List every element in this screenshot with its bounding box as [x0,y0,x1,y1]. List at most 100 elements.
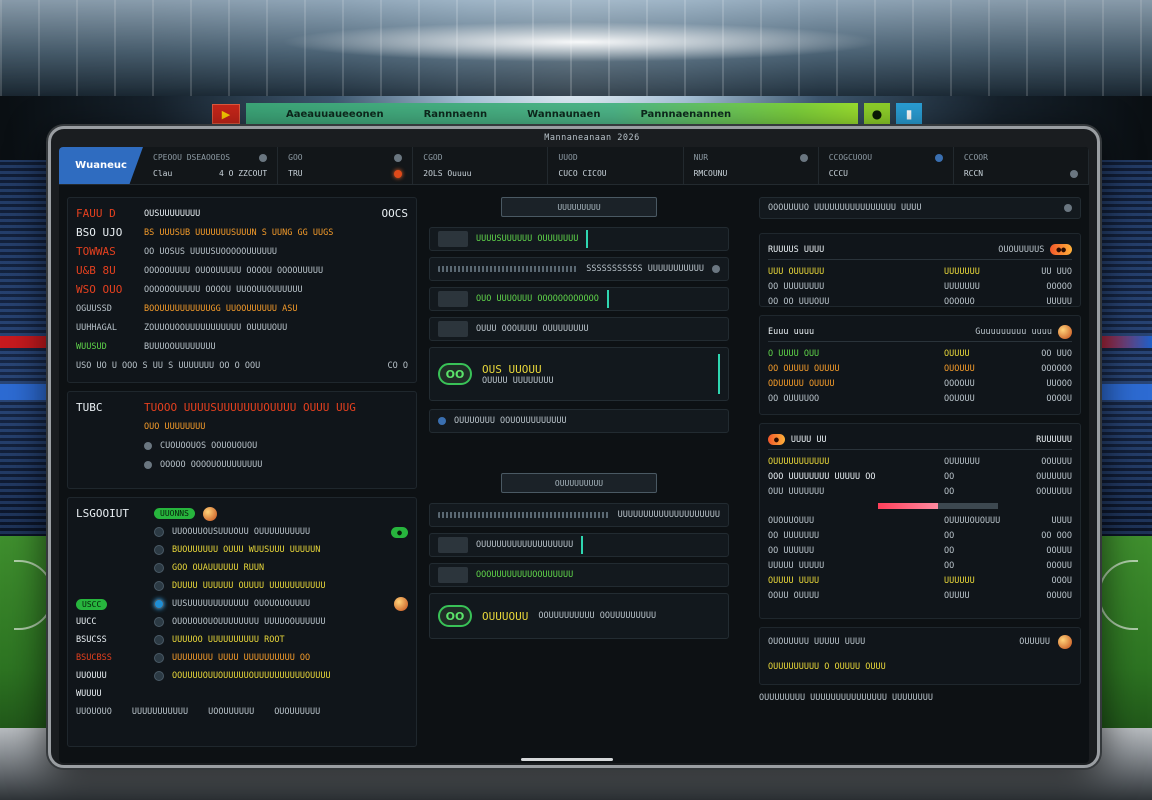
odds-row[interactable]: OOO UUUUUUUU UUUUU OO OO OUUUUUU [768,469,1072,484]
ticker-row[interactable]: OUO UUUOUUU OOOOOOOOOOOO [429,287,729,311]
nav-group-1[interactable]: CPEOOU DSEAOOEOS Clau 4 O ZZCOUT [143,147,279,184]
odds-row[interactable]: UUU OUUUUUU UUUUUUU UU UUO [768,264,1072,279]
hot-icon[interactable]: ●● [1050,244,1072,255]
right-search-text: OOOUUUUO UUUUUUUUUUUUUUUU UUUU [768,203,922,213]
odds-value: OUUUUUU [1036,471,1072,482]
odds-row[interactable]: UUUUU UUUUU OO OOOUU [768,558,1072,573]
score-ticker[interactable]: Aaeauuaueeonen Rannnaenn Wannaunaen Pann… [246,103,858,125]
ticker-row[interactable]: OUUU OOOUUUU OUUUUUUUU [429,317,729,341]
nav-value: RCCN [963,169,984,178]
ticker-row[interactable]: SSSSSSSSSSS UUUUUUUUUUU [429,257,729,281]
live-match-row[interactable]: UUOOUUOUSUUUOUU OUUUUUUUUUU ● [76,523,408,541]
odds-row[interactable]: OUOUUOUUU OUUUUOUOUUU UUUU [768,513,1072,528]
bottom-row[interactable]: UUCC OUOUOUOUOUUUUUUUU UUUUOOUUUUUU [76,613,408,631]
bottom-row-extra[interactable]: WUUUU [76,685,408,703]
standings-row[interactable]: TOWWAS OO UOSUS UUUUSUOOOOOUUUUUU [76,242,408,261]
feature-card[interactable]: OO OUS UUOUU OUUUU UUUUUUUU [429,347,729,401]
odds-row[interactable]: OO OO UUUOUU OOOOUO UUUUU [768,294,1072,309]
mid-search-input[interactable]: UUUUUUUUU [501,197,657,217]
live-pill[interactable]: ● [391,526,408,538]
live-section-pill[interactable]: UUONNS [154,508,195,519]
odds-row[interactable]: OO OUUUUOO OOUOUU OOOOU [768,391,1072,406]
promo-item[interactable]: CUOUOOUOS OOUOUOUOU [76,436,408,455]
odds-row[interactable]: OO UUUUUUU OO OO OOO [768,528,1072,543]
odds-row[interactable]: ODUUUUU OUUUU OOOOUU UUOOO [768,376,1072,391]
standings-header: FAUU D OUSUUUUUUUU OOCS [76,204,408,223]
nav-group-4[interactable]: UUOD CUCO CICOU [548,147,684,184]
odds-value: OOOOUU [944,378,975,389]
tablet-device: Mannaneanaan 2026 Wuaneuc CPEOOU DSEAOOE… [48,126,1100,768]
nav-group-6[interactable]: CCOGCUOOU CCCU [819,147,954,184]
footer-row[interactable]: OUUUUUUUUU O OUUUU OUUU [768,659,1072,674]
home-indicator[interactable] [521,758,613,761]
nav-group-5[interactable]: NUR RMCOUNU [684,147,819,184]
stats-icon[interactable]: ▮ [896,103,922,125]
bottom-row[interactable]: BSUCSS UUUUOO UUUUUUUUUU ROOT [76,631,408,649]
odds-value: OO UUO [1041,348,1072,359]
promo-header: TUBC TUOOO UUUUSUUUUUUUOUUUU OUUU UUG [76,398,408,417]
odds-row[interactable]: OO UUUUUU OO OOUUU [768,543,1072,558]
standings-row[interactable]: WUUSUD BUUUOOUUUUUUUU [76,337,408,356]
ticker-text: UUUUUUUUUUUUUUUUUUUU [617,510,720,520]
brand-tab[interactable]: Wuaneuc [59,147,143,184]
odds-value: UUUUUUU [944,266,980,277]
odds-title: UUUU UU [790,434,827,445]
promo-item-text: OOOOO OOOOUOUUUUUUUU [160,459,263,470]
nav-value: RMCOUNU [693,169,728,178]
odds-row[interactable]: OO OUUUU OUUUU OUOUUU OOOOOO [768,361,1072,376]
side-tag: WUUUU [76,689,102,699]
standings-row[interactable]: WSO OUO OOOOOOUUUUU OOOOU UUOOUUOUUUUUU [76,280,408,299]
status-icon [394,153,403,162]
odds-row[interactable]: OO UUUUUUUU UUUUUUU OOOOO [768,279,1072,294]
left-footer: UUOUOUO UUUUUUUUUUU UOOUUUUUU OUOUUUUUU [76,703,408,721]
ticker-row[interactable]: OOOUUUUUUUUOOUUUUUU [429,563,729,587]
ball-icon [202,506,217,521]
right-search-input[interactable]: OOOUUUUO UUUUUUUUUUUUUUUU UUUU [759,197,1081,219]
nav-group-2[interactable]: GOO TRU [278,147,414,184]
side-badge[interactable]: USCC [76,598,108,610]
odds-value: UUUUU [1046,296,1072,307]
odds-value: OOOOUO [944,296,975,307]
odds-value: OUUUU [944,348,970,359]
nav-group-3[interactable]: CGOD 2OLS Ouuuu [413,147,549,184]
footer-row[interactable]: OUOUUUUU UUUUU UUUU OUUUUU [768,634,1072,649]
nav-label: CCOOR [963,153,988,162]
notification-icon[interactable]: ● [864,103,890,125]
odds-row[interactable]: O UUUU OUU OUUUU OO UUO [768,346,1072,361]
odds-row[interactable]: OOUU OUUUU OUUUU OOUOU [768,588,1072,603]
live-match-row[interactable]: USCC UUSUUUUUUUUUUUU OUOUOUOUUUU [76,595,408,613]
live-match-row[interactable]: BUOUUUUUU OUUU WUUSUUU UUUUUN [76,541,408,559]
ticker-row[interactable]: UUUUUUUUUUUUUUUUUUUU [429,503,729,527]
odds-row[interactable]: OUUUU UUUU UUUUUU OOOU [768,573,1072,588]
side-tag: BSUCBSS [76,653,112,663]
ticker-bar [438,266,579,272]
live-match-row[interactable]: GOO OUAUUUUUU RUUN [76,559,408,577]
ticker-text: SSSSSSSSSSS UUUUUUUUUUU [586,264,704,274]
score-item: Aaeauuaueeonen [286,108,384,120]
team-name: OGUUSSD [76,303,112,314]
standings-row[interactable]: OGUUSSD BOOUUUUUUUUUUGG UUOOUUUUUU ASU [76,299,408,318]
ticker-row[interactable]: OUUUUUUUUUUUUUUUUUU [429,533,729,557]
odds-header-left: ● UUUU UU [768,434,827,445]
bottom-row[interactable]: BSUCBSS UUUUUUUU UUUU UUUUUUUUUU OO [76,649,408,667]
odds-value: OO [944,471,955,482]
ticker-row[interactable]: OUUUOUUU OOUOUUUUUUUUU [429,409,729,433]
promo-item[interactable]: OOOOO OOOOUOUUUUUUUU [76,455,408,474]
live-match-row[interactable]: DUUUU UUUUUU OUUUU UUUUUUUUUUU [76,577,408,595]
mid-search-input-2[interactable]: OUUUUUUUUU [501,473,657,493]
standings-row[interactable]: BSO UJO BS UUUSUB UUUUUUUSUUUN S UUNG GG… [76,223,408,242]
odds-row[interactable]: OUUUUUUUUUUU OUUUUUU OOUUUU [768,454,1072,469]
bottom-row[interactable]: UUOUUU OOUUUUOUUOUUUUUOUUUUUUUUUUOUUUU [76,667,408,685]
feature-card-2[interactable]: OO OUUUOUU OOUUUUUUUUU OOUUUUUUUUU [429,593,729,639]
odds-header: ● UUUU UU RUUUUUU [768,430,1072,450]
live-badge-icon[interactable]: ● [768,434,785,445]
promo-sub: OUO UUUUUUUU [76,417,408,436]
nav-group-7[interactable]: CCOOR RCCN [954,147,1089,184]
standings-row[interactable]: U&B 8U OOOOOUUUU OUOOUUUUU OOOOU OOOOUUU… [76,261,408,280]
ticker-row[interactable]: UUUUSUUUUUU OUUUUUUU [429,227,729,251]
standings-row[interactable]: UUHHAGAL ZOUUOUOOUUUUUUUUUUU OUUUUOUU [76,318,408,337]
odds-row[interactable]: OUU UUUUUUU OO OOUUUUU [768,484,1072,499]
nav-label: CGOD [423,153,443,162]
footer-item: UUOUOUO [76,707,112,717]
flag-icon[interactable]: ▶ [212,104,240,124]
